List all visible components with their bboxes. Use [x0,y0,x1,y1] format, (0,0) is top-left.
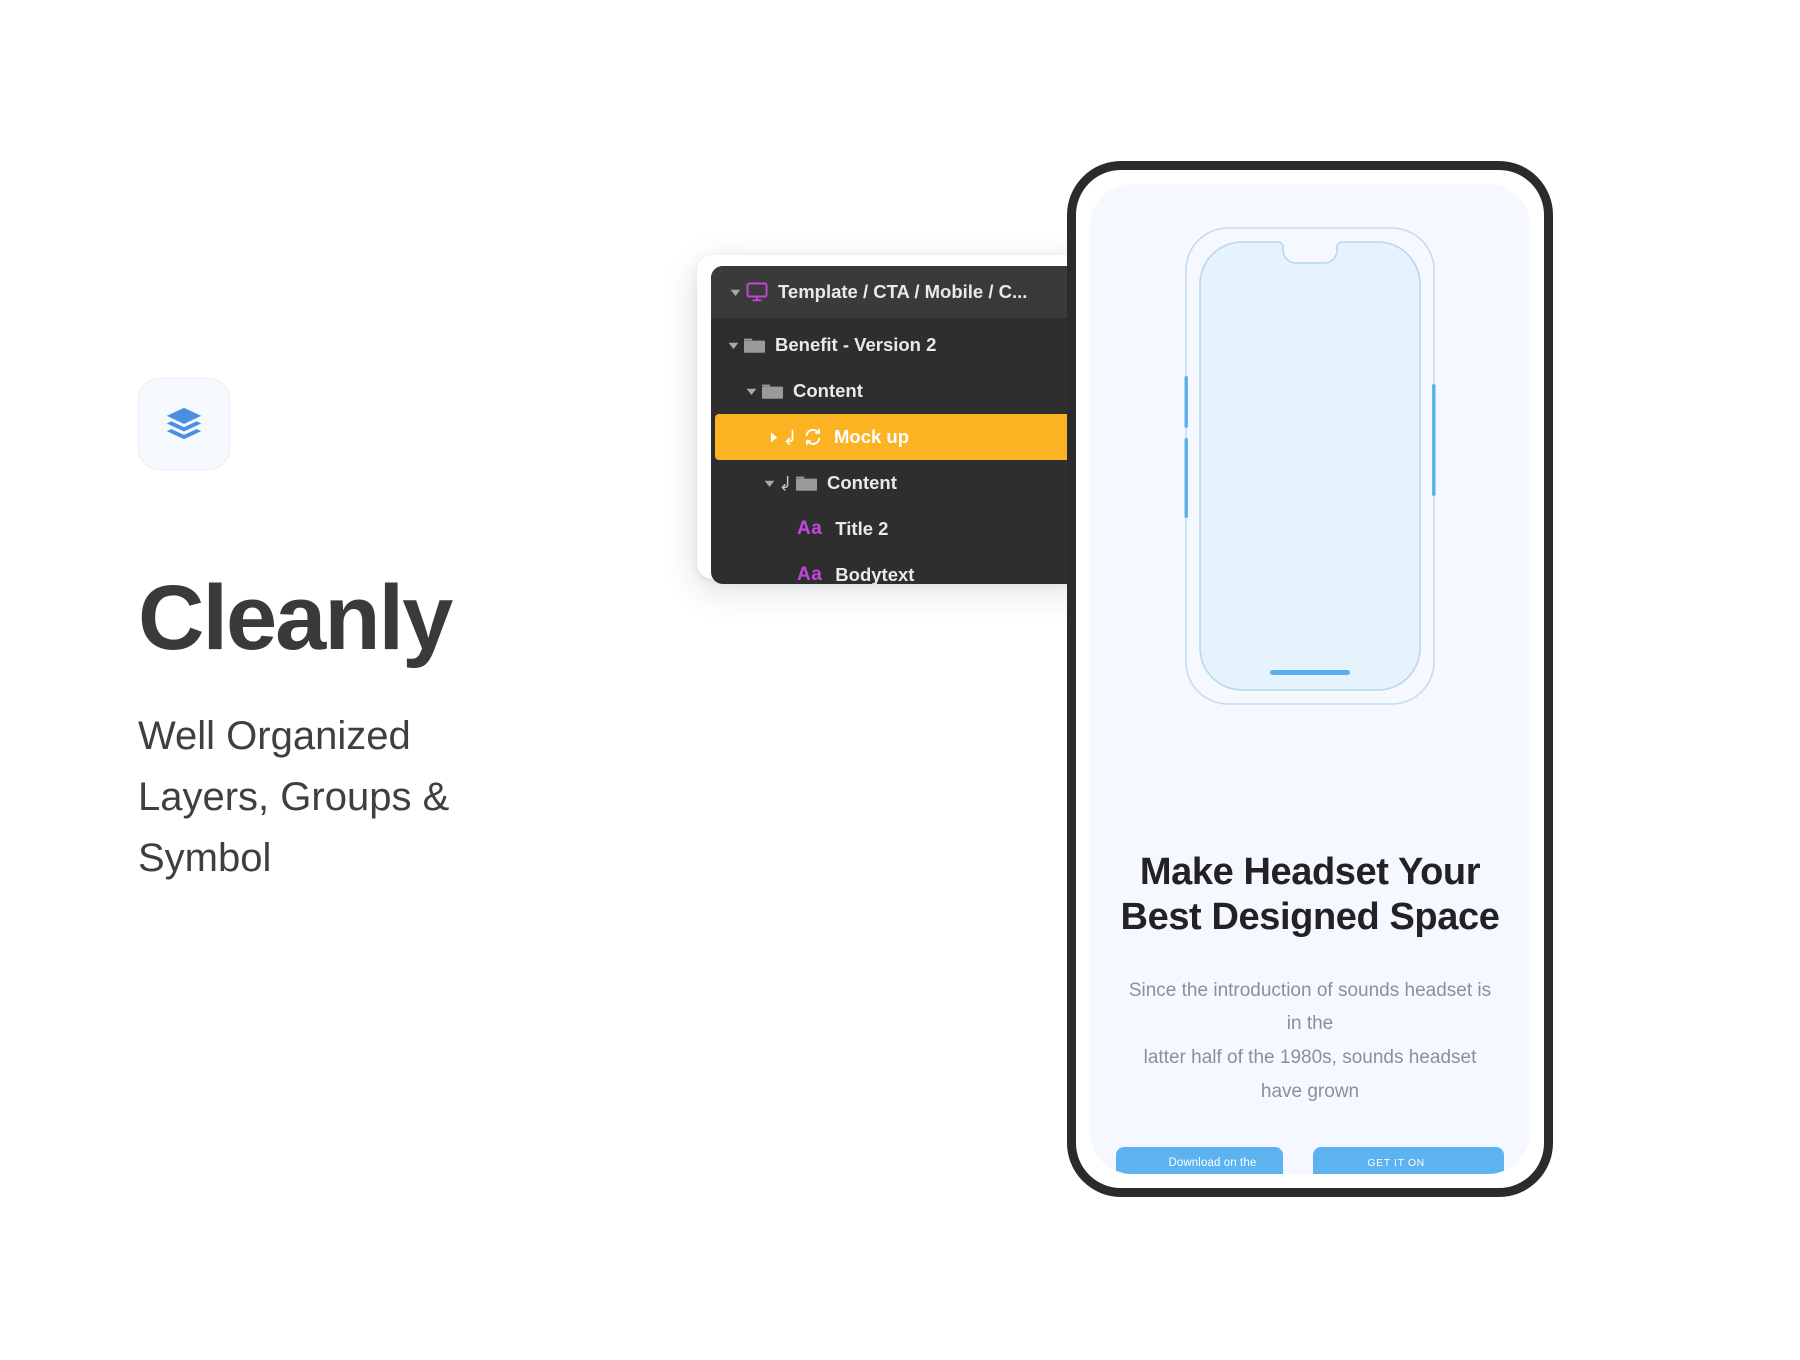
app-store-badge[interactable]: Download on the App Store [1116,1146,1283,1174]
chevron-down-icon[interactable] [759,477,779,490]
layer-row-label: Benefit - Version 2 [775,334,937,355]
layers-stack-icon [166,407,202,440]
promo-column: Cleanly Well Organized Layers, Groups & … [138,378,698,888]
app-store-badge-small: Download on the [1168,1156,1257,1169]
store-badges: Download on the App Store GET IT ON Goog… [1116,1146,1504,1174]
layers-panel-header-row[interactable]: Template / CTA / Mobile / C... [711,266,1097,318]
chevron-down-icon[interactable] [741,385,761,398]
cta-body-line-1: Since the introduction of sounds headset… [1128,979,1492,1035]
folder-icon [743,336,766,355]
layer-row-label: Bodytext [835,564,915,584]
layers-panel-header-label: Template / CTA / Mobile / C... [778,281,1028,302]
layers-panel[interactable]: Template / CTA / Mobile / C... Benefit -… [711,266,1097,584]
cta-title-line-2: Best Designed Space [1120,895,1500,938]
app-store-badge-big: App Store [1169,1172,1267,1174]
layer-row-bodytext[interactable]: Aa Bodytext [711,552,1097,584]
layer-row-title-2[interactable]: Aa Title 2 [711,506,1097,552]
chevron-down-icon[interactable] [725,286,745,299]
cta-block: Make Headset Your Best Designed Space Si… [1090,850,1530,1174]
cta-title: Make Headset Your Best Designed Space [1116,850,1504,940]
apple-logo-icon [1132,1170,1159,1174]
google-play-icon [1329,1170,1357,1174]
google-play-badge-text: GET IT ON Google Play [1367,1154,1488,1174]
google-play-badge-big: Google Play [1367,1172,1488,1174]
folder-icon [761,382,784,401]
layer-row-label: Content [827,472,897,493]
symbol-icon [801,426,825,448]
folder-icon [795,474,818,493]
phone-frame: Make Headset Your Best Designed Space Si… [1067,161,1553,1197]
google-play-badge[interactable]: GET IT ON Google Play [1312,1146,1504,1174]
cta-title-line-1: Make Headset Your [1139,851,1481,893]
phone-outline-illustration [1184,227,1436,705]
override-arrow-icon [779,473,793,493]
chevron-down-icon[interactable] [723,339,743,352]
layer-row-label: Title 2 [835,518,889,539]
override-arrow-icon [783,427,799,447]
layer-row-content-outer[interactable]: Content [711,368,1097,414]
app-store-badge-text: Download on the App Store [1169,1154,1267,1174]
layer-row-label: Mock up [834,426,910,447]
layer-row-content-inner[interactable]: Content [711,460,1097,506]
phone-screen: Make Headset Your Best Designed Space Si… [1090,184,1530,1174]
layers-tree: Benefit - Version 2 Content Mock up Cont… [711,318,1097,584]
artboard-icon [745,281,769,303]
cta-body-line-2: latter half of the 1980s, sounds headset… [1143,1047,1477,1103]
chevron-right-icon[interactable] [763,431,783,444]
google-play-badge-small: GET IT ON [1367,1156,1425,1169]
cta-body: Since the introduction of sounds headset… [1116,974,1504,1109]
screenshot-canvas: Cleanly Well Organized Layers, Groups & … [0,0,1800,1360]
layer-row-benefit-version-2[interactable]: Benefit - Version 2 [711,322,1097,368]
page-title: Cleanly [138,567,453,669]
phone-outline-illustration-wrap [1090,226,1530,706]
text-layer-icon: Aa [797,518,823,539]
layer-row-mock-up[interactable]: Mock up [715,414,1095,460]
layers-stack-icon-tile [138,378,230,470]
page-subtitle: Well Organized Layers, Groups & Symbol [138,714,450,880]
layer-row-label: Content [793,380,863,401]
text-layer-icon: Aa [797,564,823,584]
